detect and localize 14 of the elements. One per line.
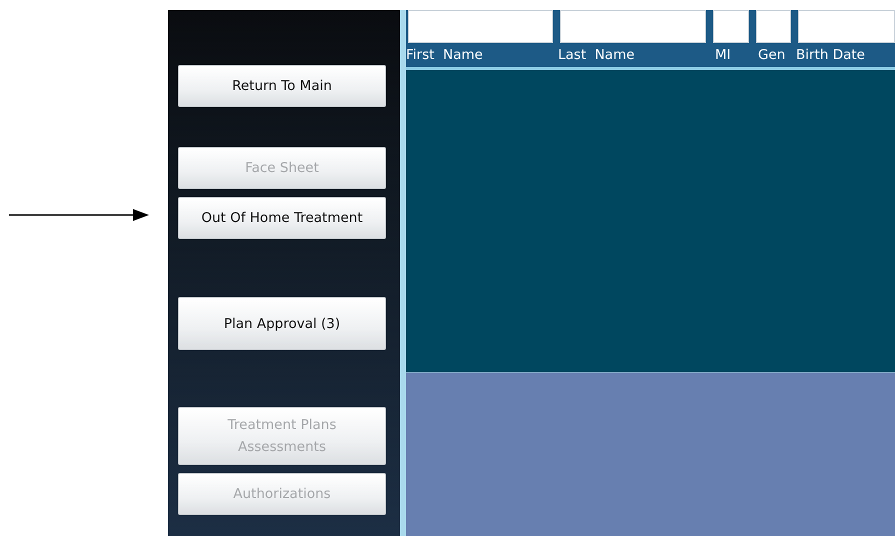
nav-button[interactable]: Return To Main	[178, 65, 386, 107]
search-field[interactable]	[713, 10, 749, 43]
search-field[interactable]	[756, 10, 791, 43]
field-label: First Name	[406, 46, 484, 65]
search-field[interactable]	[560, 10, 706, 43]
arrow-icon	[9, 209, 149, 221]
field-label: Last Name	[558, 46, 636, 65]
nav-button[interactable]: Plan Approval (3)	[178, 297, 386, 350]
nav-button[interactable]: Out Of Home Treatment	[178, 197, 386, 239]
field-label: MI	[715, 46, 732, 65]
field-label: Gen	[758, 46, 786, 65]
field-label: Birth Date	[796, 46, 866, 65]
search-field[interactable]	[408, 10, 553, 43]
search-field[interactable]	[798, 10, 895, 43]
